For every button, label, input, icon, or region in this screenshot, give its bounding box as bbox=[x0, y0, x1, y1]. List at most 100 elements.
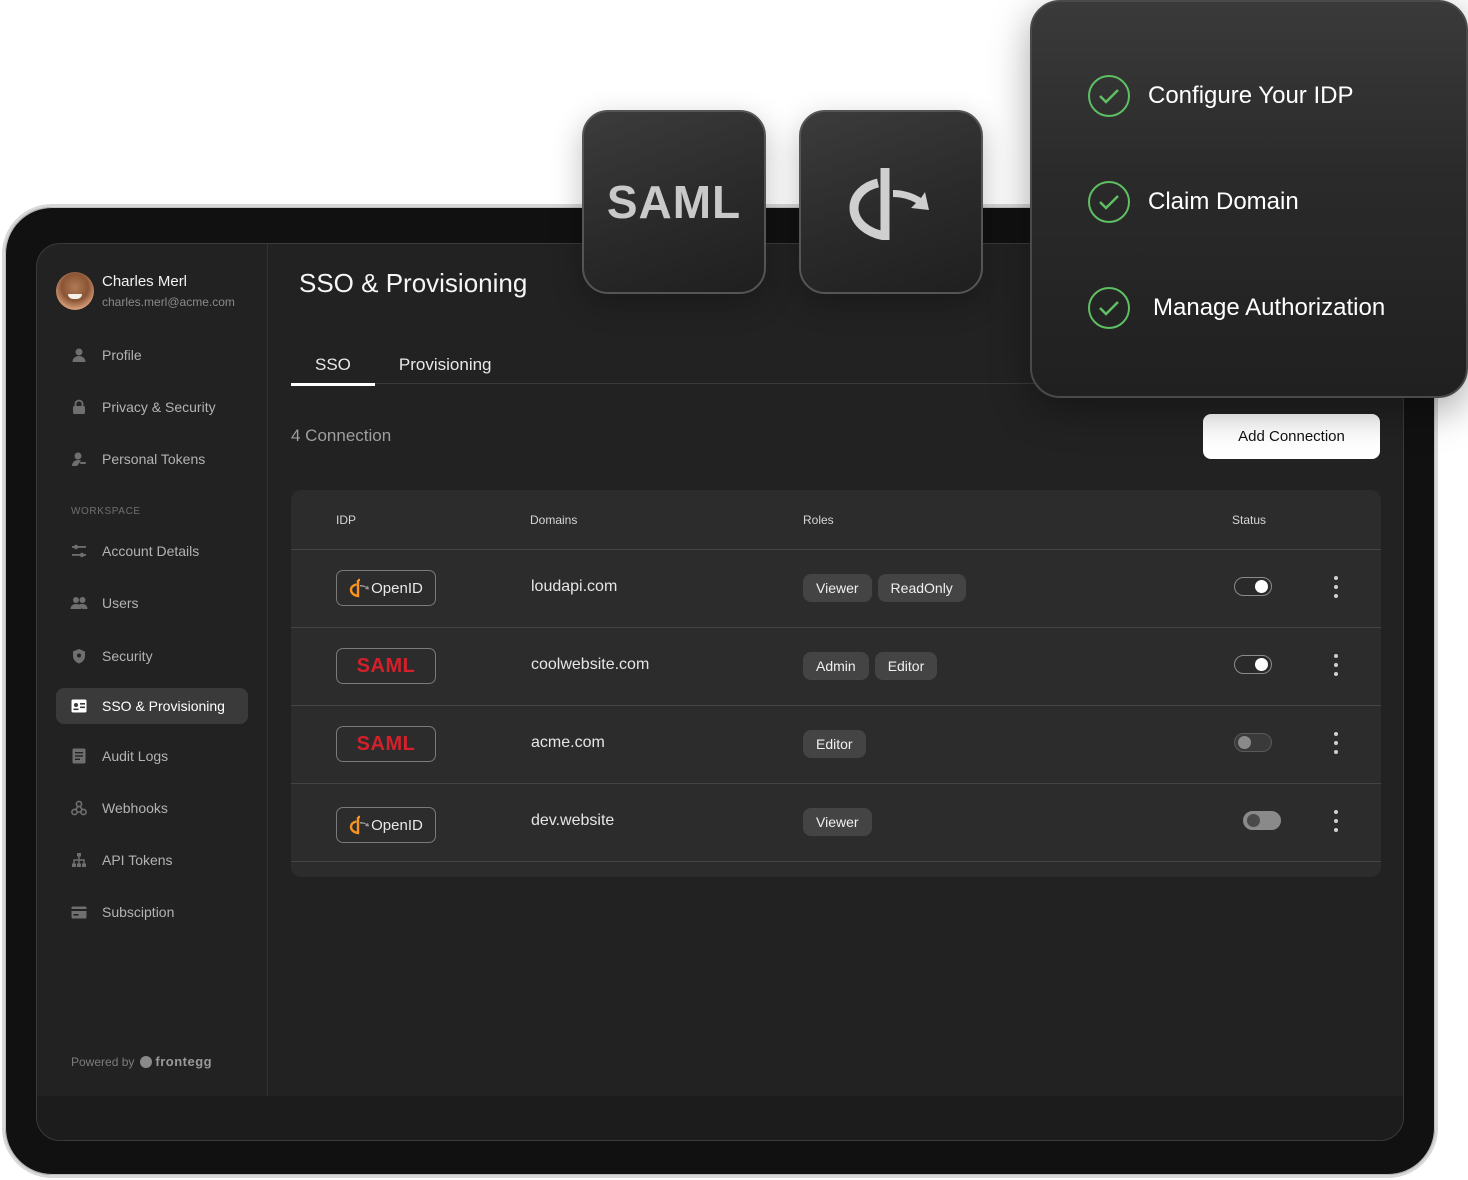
status-toggle[interactable] bbox=[1243, 811, 1281, 830]
sidebar-item-label: Audit Logs bbox=[102, 748, 169, 764]
checklist-item: Claim Domain bbox=[1088, 181, 1299, 223]
shield-icon bbox=[56, 648, 102, 664]
check-circle-icon bbox=[1088, 287, 1130, 329]
sidebar-item-label: Security bbox=[102, 648, 153, 664]
openid-icon bbox=[849, 168, 929, 240]
toggle-knob bbox=[1255, 658, 1268, 671]
row-actions-kebab-icon[interactable] bbox=[1329, 654, 1343, 676]
row-domain: acme.com bbox=[531, 734, 605, 751]
sidebar-item-sso-provisioning[interactable]: SSO & Provisioning bbox=[56, 688, 248, 724]
checklist-item-label: Configure Your IDP bbox=[1148, 82, 1354, 109]
sidebar-item-api-tokens[interactable]: API Tokens bbox=[56, 842, 248, 878]
sidebar-item-label: Profile bbox=[102, 347, 142, 363]
avatar bbox=[56, 272, 94, 310]
sliders-icon bbox=[56, 543, 102, 559]
sidebar-item-subscription[interactable]: Subsciption bbox=[56, 894, 248, 930]
add-connection-button[interactable]: Add Connection bbox=[1203, 414, 1380, 459]
openid-logo: OpenID bbox=[336, 807, 436, 843]
status-toggle[interactable] bbox=[1234, 655, 1272, 674]
saml-logo: SAML bbox=[336, 648, 436, 684]
check-circle-icon bbox=[1088, 181, 1130, 223]
row-domain: coolwebsite.com bbox=[531, 656, 650, 673]
credit-card-icon bbox=[56, 906, 102, 919]
toggle-knob bbox=[1247, 814, 1260, 827]
powered-by-label: Powered by bbox=[71, 1054, 135, 1069]
sidebar: Charles Merl charles.merl@acme.com Profi… bbox=[37, 244, 268, 1096]
saml-tile: SAML bbox=[582, 110, 766, 294]
page-title: SSO & Provisioning bbox=[299, 268, 528, 298]
checklist-item-label: Manage Authorization bbox=[1153, 294, 1386, 321]
idp-name: OpenID bbox=[371, 816, 423, 834]
sidebar-item-account-details[interactable]: Account Details bbox=[56, 533, 248, 569]
checklist-item-label: Claim Domain bbox=[1148, 188, 1299, 215]
idp-name: SAML bbox=[356, 654, 416, 677]
role-badge: ReadOnly bbox=[877, 574, 966, 602]
checklist-item: Manage Authorization bbox=[1088, 287, 1385, 329]
role-badge: Editor bbox=[803, 730, 866, 758]
sidebar-item-label: Personal Tokens bbox=[102, 451, 206, 467]
sidebar-item-label: Webhooks bbox=[102, 800, 168, 816]
role-badge: Admin bbox=[803, 652, 869, 680]
document-icon bbox=[56, 748, 102, 764]
sidebar-item-privacy-security[interactable]: Privacy & Security bbox=[56, 389, 248, 425]
saml-logo: SAML bbox=[336, 726, 436, 762]
toggle-knob bbox=[1238, 736, 1251, 749]
sidebar-item-users[interactable]: Users bbox=[56, 585, 248, 621]
user-profile[interactable]: Charles Merl charles.merl@acme.com bbox=[56, 272, 235, 310]
sidebar-item-label: Users bbox=[102, 595, 139, 611]
frontegg-brand-text: frontegg bbox=[155, 1054, 213, 1069]
row-actions-kebab-icon[interactable] bbox=[1329, 732, 1343, 754]
workspace-section-heading: WORKSPACE bbox=[71, 506, 141, 517]
connection-count: 4 Connection bbox=[291, 426, 392, 445]
hierarchy-icon bbox=[56, 852, 102, 868]
powered-by: Powered by frontegg bbox=[71, 1054, 212, 1069]
row-domain: loudapi.com bbox=[531, 578, 618, 595]
column-header-domains: Domains bbox=[530, 513, 578, 527]
status-toggle[interactable] bbox=[1234, 577, 1272, 596]
check-circle-icon bbox=[1088, 75, 1130, 117]
person-key-icon bbox=[56, 451, 102, 467]
sidebar-item-webhooks[interactable]: Webhooks bbox=[56, 790, 248, 826]
sidebar-item-audit-logs[interactable]: Audit Logs bbox=[56, 738, 248, 774]
users-icon bbox=[56, 595, 102, 611]
checklist-item: Configure Your IDP bbox=[1088, 75, 1353, 117]
role-badge: Editor bbox=[874, 652, 938, 680]
row-actions-kebab-icon[interactable] bbox=[1329, 576, 1343, 598]
table-row[interactable]: OpenID dev.website Viewer bbox=[291, 784, 1381, 862]
row-domain: dev.website bbox=[531, 812, 615, 829]
role-list: Viewer ReadOnly bbox=[803, 574, 966, 602]
idp-name: SAML bbox=[356, 732, 416, 755]
sidebar-item-label: Account Details bbox=[102, 543, 200, 559]
webhook-icon bbox=[56, 800, 102, 816]
role-badge: Viewer bbox=[803, 574, 872, 602]
sidebar-item-label: API Tokens bbox=[102, 852, 173, 868]
row-actions-kebab-icon[interactable] bbox=[1329, 810, 1343, 832]
openid-logo: OpenID bbox=[336, 570, 436, 606]
sidebar-item-label: Subsciption bbox=[102, 904, 175, 920]
column-header-idp: IDP bbox=[336, 513, 357, 527]
status-toggle[interactable] bbox=[1234, 733, 1272, 752]
sidebar-item-profile[interactable]: Profile bbox=[56, 337, 248, 373]
openid-icon bbox=[349, 815, 370, 835]
lock-icon bbox=[56, 399, 102, 415]
user-name: Charles Merl bbox=[102, 272, 188, 290]
sidebar-item-personal-tokens[interactable]: Personal Tokens bbox=[56, 441, 248, 477]
screen-bottom-bar bbox=[37, 1096, 1403, 1140]
role-list: Editor bbox=[803, 730, 866, 758]
idp-name: OpenID bbox=[371, 579, 423, 597]
sidebar-item-label: SSO & Provisioning bbox=[102, 698, 225, 714]
openid-icon bbox=[349, 578, 370, 598]
role-list: Viewer bbox=[803, 808, 872, 836]
sidebar-item-security[interactable]: Security bbox=[56, 638, 248, 674]
toggle-knob bbox=[1255, 580, 1268, 593]
table-row[interactable]: SAML coolwebsite.com Admin Editor bbox=[291, 628, 1381, 706]
tab-provisioning[interactable]: Provisioning bbox=[375, 346, 516, 384]
checklist-card: Configure Your IDP Claim Domain Manage A… bbox=[1030, 0, 1468, 398]
column-header-roles: Roles bbox=[803, 513, 834, 527]
tab-sso[interactable]: SSO bbox=[291, 346, 375, 386]
table-row[interactable]: OpenID loudapi.com Viewer ReadOnly bbox=[291, 550, 1381, 628]
openid-tile bbox=[799, 110, 983, 294]
table-header: IDP Domains Roles Status bbox=[291, 490, 1381, 550]
frontegg-logo[interactable]: frontegg bbox=[140, 1054, 212, 1069]
table-row[interactable]: SAML acme.com Editor bbox=[291, 706, 1381, 784]
